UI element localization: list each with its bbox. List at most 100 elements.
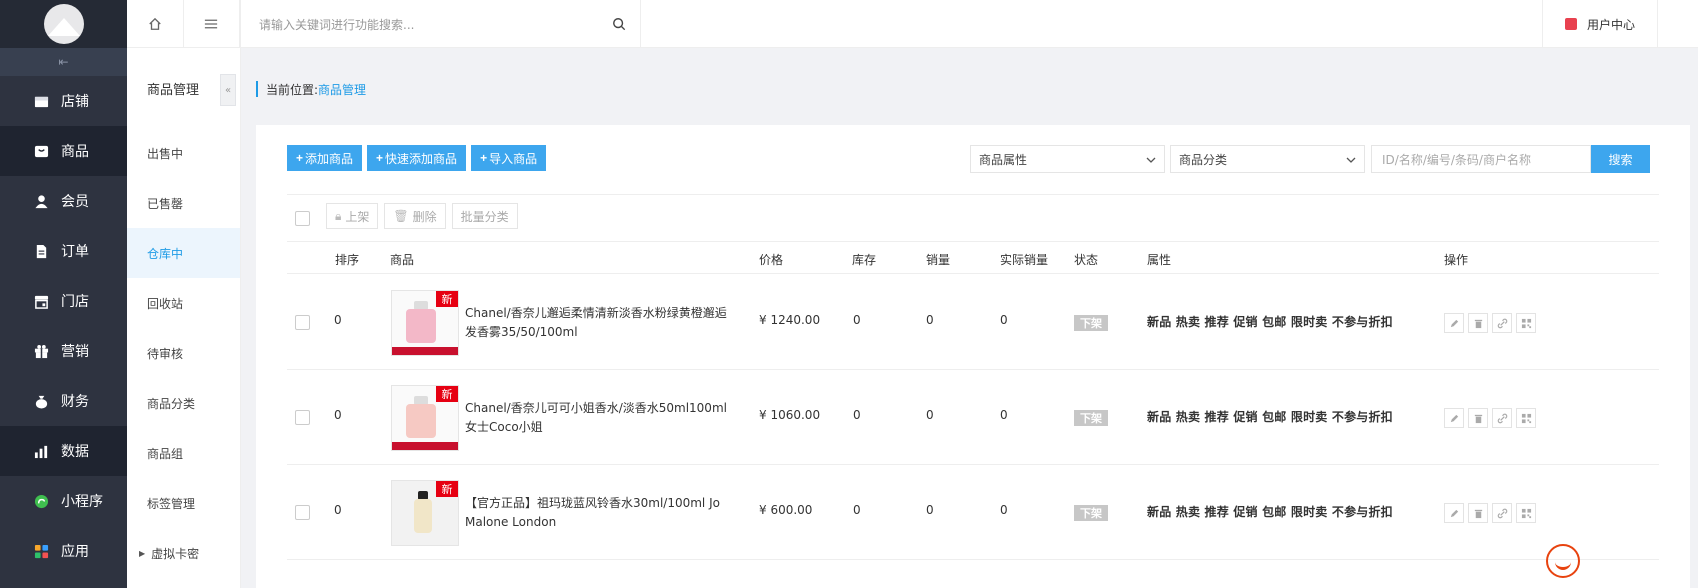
col-stock: 库存 xyxy=(852,253,877,267)
batch-category-button[interactable]: 批量分类 xyxy=(451,203,518,229)
product-list-card: + 添加商品 + 快速添加商品 + 导入商品 商品属性 商品分类 ID/名称/编号/条… xyxy=(256,125,1690,588)
add-product-label: 添加商品 xyxy=(305,151,354,166)
top-bar: 请输入关键词进行功能搜索... 用户中心 xyxy=(241,0,1698,48)
table-row: 0 新 【官方正品】祖玛珑蓝风铃香水30ml/100ml Jo Malone L… xyxy=(287,465,1659,560)
delete-button[interactable]: 🗑︎ 删除 xyxy=(384,203,446,229)
function-search-placeholder: 请输入关键词进行功能搜索... xyxy=(259,17,415,32)
home-icon[interactable] xyxy=(127,0,184,47)
product-attr-value: 商品属性 xyxy=(979,152,1028,167)
edit-icon[interactable] xyxy=(1444,313,1464,333)
row-attrs: 新品 热卖 推荐 促销 包邮 限时卖 不参与折扣 xyxy=(1147,410,1393,424)
product-thumbnail[interactable]: 新 xyxy=(391,290,459,356)
fold-subnav-icon[interactable]: « xyxy=(220,74,236,106)
trash-icon[interactable] xyxy=(1468,503,1488,523)
row-sales: 0 xyxy=(926,503,934,517)
row-price: ¥ 1240.00 xyxy=(759,313,821,327)
product-category-select[interactable]: 商品分类 xyxy=(1170,145,1365,173)
product-name-link[interactable]: Chanel/香奈儿邂逅柔情清新淡香水粉绿黄橙邂逅发香雾35/50/100ml xyxy=(465,304,735,342)
row-checkbox[interactable] xyxy=(295,410,310,425)
subnav-item-recycle[interactable]: 回收站 xyxy=(127,278,240,328)
row-checkbox[interactable] xyxy=(295,505,310,520)
sidebar-item-mini-program[interactable]: 小程序 xyxy=(0,476,127,526)
chevron-down-icon xyxy=(1346,154,1356,168)
col-status: 状态 xyxy=(1074,253,1099,267)
row-stock: 0 xyxy=(853,503,861,517)
edit-icon[interactable] xyxy=(1444,408,1464,428)
table-row: 0 新 Chanel/香奈儿邂逅柔情清新淡香水粉绿黄橙邂逅发香雾35/50/10… xyxy=(287,275,1659,370)
qrcode-icon[interactable] xyxy=(1516,408,1536,428)
product-attr-select[interactable]: 商品属性 xyxy=(970,145,1165,173)
product-icon xyxy=(34,144,49,159)
link-icon[interactable] xyxy=(1492,503,1512,523)
search-button[interactable]: 搜索 xyxy=(1591,145,1650,173)
sidebar-item-finance[interactable]: 财务 xyxy=(0,376,127,426)
logo-avatar[interactable] xyxy=(43,4,84,44)
sidebar-item-product[interactable]: 商品 xyxy=(0,126,127,176)
edit-icon[interactable] xyxy=(1444,503,1464,523)
search-icon[interactable] xyxy=(612,17,626,34)
plus-icon: + xyxy=(480,151,488,165)
qrcode-icon[interactable] xyxy=(1516,503,1536,523)
action-buttons: + 添加商品 + 快速添加商品 + 导入商品 xyxy=(287,145,547,171)
sidebar-item-store[interactable]: 店铺 xyxy=(0,76,127,126)
subnav-item-group[interactable]: 商品组 xyxy=(127,428,240,478)
breadcrumb-current[interactable]: 商品管理 xyxy=(318,81,366,98)
product-category-value: 商品分类 xyxy=(1179,152,1228,167)
add-product-button[interactable]: + 添加商品 xyxy=(287,145,363,171)
row-checkbox[interactable] xyxy=(295,315,310,330)
row-ops xyxy=(1444,313,1536,333)
sidebar-item-order[interactable]: 订单 xyxy=(0,226,127,276)
subnav-item-on-sale[interactable]: 出售中 xyxy=(127,128,240,178)
subnav-item-pending-review[interactable]: 待审核 xyxy=(127,328,240,378)
sidebar-item-shop[interactable]: 门店 xyxy=(0,276,127,326)
product-thumbnail[interactable]: 新 xyxy=(391,480,459,546)
quick-add-product-button[interactable]: + 快速添加商品 xyxy=(367,145,467,171)
trash-icon[interactable] xyxy=(1468,408,1488,428)
sidebar-item-marketing[interactable]: 营销 xyxy=(0,326,127,376)
user-center-button[interactable]: 用户中心 xyxy=(1542,0,1658,48)
shelve-button[interactable]: 🔒︎ 上架 xyxy=(326,203,379,229)
import-product-button[interactable]: + 导入商品 xyxy=(471,145,547,171)
sidebar-item-label: 小程序 xyxy=(61,494,103,510)
divider xyxy=(287,194,1659,195)
member-icon xyxy=(34,194,49,209)
row-sales: 0 xyxy=(926,408,934,422)
qrcode-icon[interactable] xyxy=(1516,313,1536,333)
collapse-sidebar-icon[interactable]: ⇤ xyxy=(0,48,127,76)
subnav-item-sold-out[interactable]: 已售罄 xyxy=(127,178,240,228)
breadcrumb: 当前位置: 商品管理 xyxy=(256,81,366,97)
delete-label: 删除 xyxy=(412,209,437,224)
breadcrumb-prefix: 当前位置: xyxy=(266,82,319,97)
row-sort: 0 xyxy=(334,313,342,327)
link-icon[interactable] xyxy=(1492,313,1512,333)
sidebar-item-apps[interactable]: 应用 xyxy=(0,526,127,576)
product-thumbnail[interactable]: 新 xyxy=(391,385,459,451)
sidebar-item-data[interactable]: 数据 xyxy=(0,426,127,476)
caret-right-icon: ▶ xyxy=(139,548,146,558)
product-name-link[interactable]: Chanel/香奈儿可可小姐香水/淡香水50ml100ml女士Coco小姐 xyxy=(465,399,735,437)
logo-area xyxy=(0,0,127,48)
subnav-item-category[interactable]: 商品分类 xyxy=(127,378,240,428)
gift-icon xyxy=(34,344,49,359)
menu-icon[interactable] xyxy=(184,0,240,47)
subnav-item-tags[interactable]: 标签管理 xyxy=(127,478,240,528)
subnav-item-warehouse[interactable]: 仓库中 xyxy=(127,228,240,278)
link-icon[interactable] xyxy=(1492,408,1512,428)
col-attrs: 属性 xyxy=(1147,253,1172,267)
row-actual-sales: 0 xyxy=(1000,313,1008,327)
row-sort: 0 xyxy=(334,408,342,422)
sidebar-item-member[interactable]: 会员 xyxy=(0,176,127,226)
product-name-link[interactable]: 【官方正品】祖玛珑蓝风铃香水30ml/100ml Jo Malone Londo… xyxy=(465,494,735,532)
select-all-checkbox[interactable] xyxy=(295,210,310,226)
col-sort: 排序 xyxy=(335,253,360,267)
mini-program-icon xyxy=(34,494,49,509)
keyword-search-input[interactable]: ID/名称/编号/条码/商户名称 xyxy=(1371,145,1591,173)
subnav-item-label: 虚拟卡密 xyxy=(151,546,200,561)
row-actual-sales: 0 xyxy=(1000,503,1008,517)
function-search-input[interactable]: 请输入关键词进行功能搜索... xyxy=(241,0,641,48)
sub-sidebar: 商品管理 « 出售中 已售罄 仓库中 回收站 待审核 商品分类 商品组 标签管理… xyxy=(127,0,241,588)
trash-icon[interactable] xyxy=(1468,313,1488,333)
col-product: 商品 xyxy=(390,253,415,267)
subnav-item-virtual-card[interactable]: ▶ 虚拟卡密 xyxy=(127,528,240,578)
sidebar-item-label: 订单 xyxy=(61,244,89,260)
